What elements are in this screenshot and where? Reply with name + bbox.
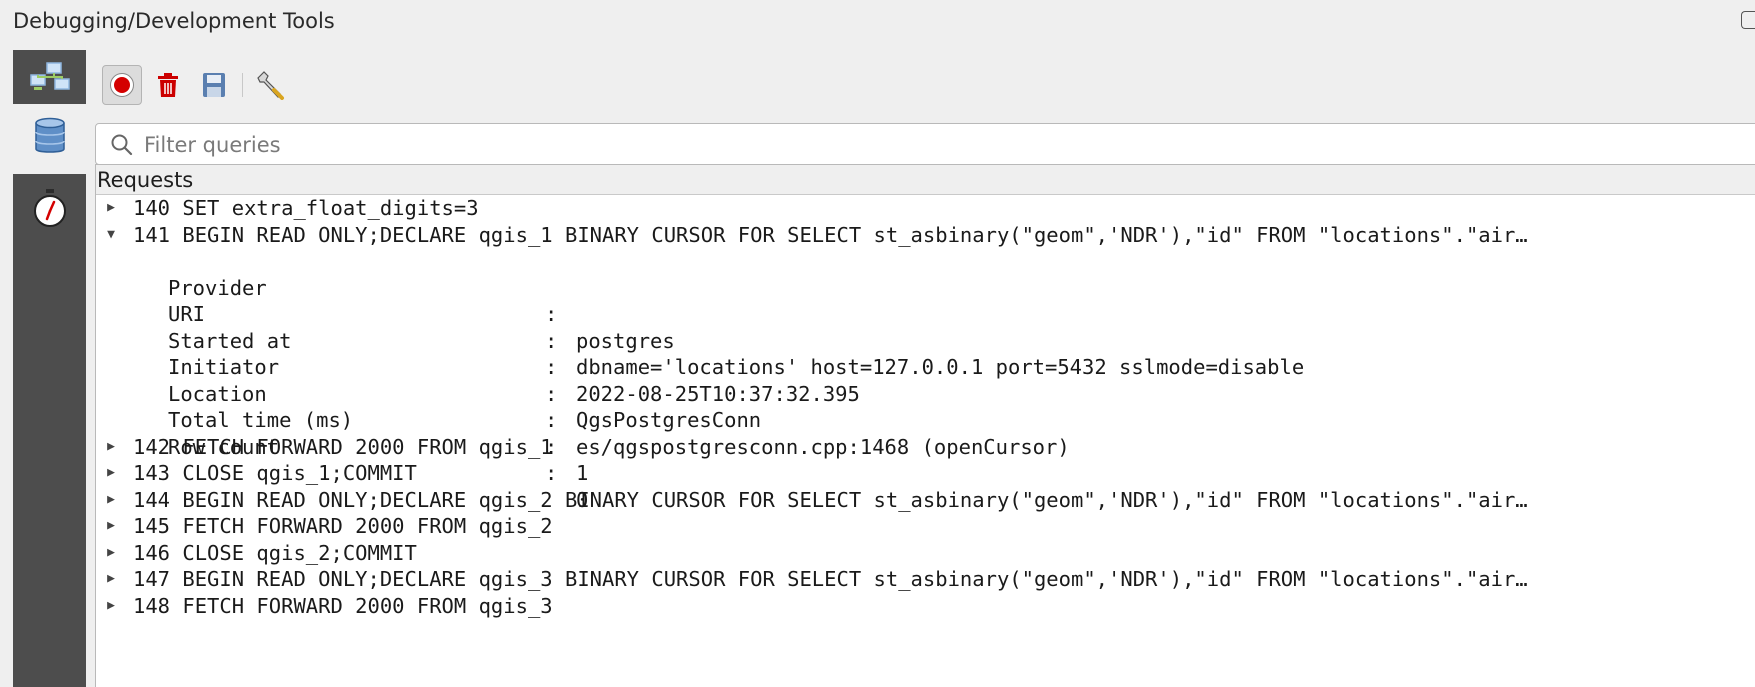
detail-row[interactable]: Location : es/qgspostgresconn.cpp:1468 (… xyxy=(96,354,1755,459)
request-text: 148 FETCH FORWARD 2000 FROM qgis_3 xyxy=(133,593,553,618)
request-text: 144 BEGIN READ ONLY;DECLARE qgis_2 BINAR… xyxy=(133,487,1528,512)
trash-icon xyxy=(158,73,178,97)
expand-arrow-icon[interactable]: ▶ xyxy=(103,460,119,487)
request-text: 141 BEGIN READ ONLY;DECLARE qgis_1 BINAR… xyxy=(133,222,1528,247)
expand-arrow-icon[interactable]: ▶ xyxy=(103,195,119,222)
request-row[interactable]: ▶ 142 FETCH FORWARD 2000 FROM qgis_1 xyxy=(96,434,1755,461)
detail-row[interactable]: Total time (ms) : 1 xyxy=(96,381,1755,485)
request-row[interactable]: ▶ 140 SET extra_float_digits=3 xyxy=(96,195,1755,222)
request-row[interactable]: ▶ 148 FETCH FORWARD 2000 FROM qgis_3 xyxy=(96,593,1755,620)
collapse-arrow-icon[interactable]: ▼ xyxy=(103,222,119,249)
expand-arrow-icon[interactable]: ▶ xyxy=(103,513,119,540)
request-row[interactable]: ▼ 141 BEGIN READ ONLY;DECLARE qgis_1 BIN… xyxy=(96,222,1755,249)
detail-row[interactable]: Started at : 2022-08-25T10:37:32.395 xyxy=(96,301,1755,406)
detail-row[interactable]: Provider : postgres xyxy=(96,248,1755,353)
detail-row[interactable]: Initiator : QgsPostgresConn xyxy=(96,328,1755,432)
settings-button[interactable] xyxy=(251,65,291,105)
tab-profiler[interactable] xyxy=(13,174,86,687)
clear-button[interactable] xyxy=(148,65,188,105)
save-button[interactable] xyxy=(194,65,234,105)
window-title: Debugging/Development Tools xyxy=(13,9,335,33)
requests-tree[interactable]: Requests ▶ 140 SET extra_float_digits=3 … xyxy=(95,164,1755,687)
request-row[interactable]: ▶ 146 CLOSE qgis_2;COMMIT xyxy=(96,540,1755,567)
request-text: 147 BEGIN READ ONLY;DECLARE qgis_3 BINAR… xyxy=(133,567,1528,591)
expand-arrow-icon[interactable]: ▶ xyxy=(103,487,119,514)
filter-queries-field[interactable] xyxy=(95,123,1755,165)
request-row[interactable]: ▶ 144 BEGIN READ ONLY;DECLARE qgis_2 BIN… xyxy=(96,487,1755,514)
request-text: 143 CLOSE qgis_1;COMMIT xyxy=(133,461,417,485)
request-text: 142 FETCH FORWARD 2000 FROM qgis_1 xyxy=(133,434,553,459)
request-text: 146 CLOSE qgis_2;COMMIT xyxy=(133,540,417,565)
sidebar xyxy=(0,44,88,687)
requests-column-header[interactable]: Requests xyxy=(96,165,1755,195)
request-row[interactable]: ▶ 143 CLOSE qgis_1;COMMIT xyxy=(96,460,1755,487)
filter-queries-input[interactable] xyxy=(142,129,1146,161)
database-icon xyxy=(34,117,65,153)
detail-row[interactable]: Row count : 0 xyxy=(96,407,1755,512)
network-icon xyxy=(29,62,70,90)
stopwatch-icon xyxy=(33,189,66,227)
request-row[interactable]: ▶ 147 BEGIN READ ONLY;DECLARE qgis_3 BIN… xyxy=(96,566,1755,593)
request-row[interactable]: ▶ 145 FETCH FORWARD 2000 FROM qgis_2 xyxy=(96,513,1755,540)
tab-network-logger[interactable] xyxy=(13,50,86,104)
main-panel: Requests ▶ 140 SET extra_float_digits=3 … xyxy=(88,44,1755,687)
expand-arrow-icon[interactable]: ▶ xyxy=(103,593,119,620)
detail-row[interactable]: URI : dbname='locations' host=127.0.0.1 … xyxy=(96,275,1755,379)
search-icon xyxy=(111,134,133,156)
float-panel-icon[interactable] xyxy=(1741,11,1755,29)
request-rows: ▶ 140 SET extra_float_digits=3 ▼ 141 BEG… xyxy=(96,195,1755,619)
toolbar xyxy=(88,62,388,108)
save-icon xyxy=(203,73,225,97)
expand-arrow-icon[interactable]: ▶ xyxy=(103,434,119,461)
request-text: 145 FETCH FORWARD 2000 FROM qgis_2 xyxy=(133,514,553,538)
title-bar: Debugging/Development Tools xyxy=(0,0,1755,44)
expand-arrow-icon[interactable]: ▶ xyxy=(103,566,119,593)
wrench-icon xyxy=(257,71,284,100)
request-text: 140 SET extra_float_digits=3 xyxy=(133,196,479,220)
toolbar-separator xyxy=(242,73,243,97)
record-button[interactable] xyxy=(102,65,142,105)
tab-query-logger[interactable] xyxy=(13,110,86,162)
record-icon xyxy=(110,73,134,97)
expand-arrow-icon[interactable]: ▶ xyxy=(103,540,119,567)
